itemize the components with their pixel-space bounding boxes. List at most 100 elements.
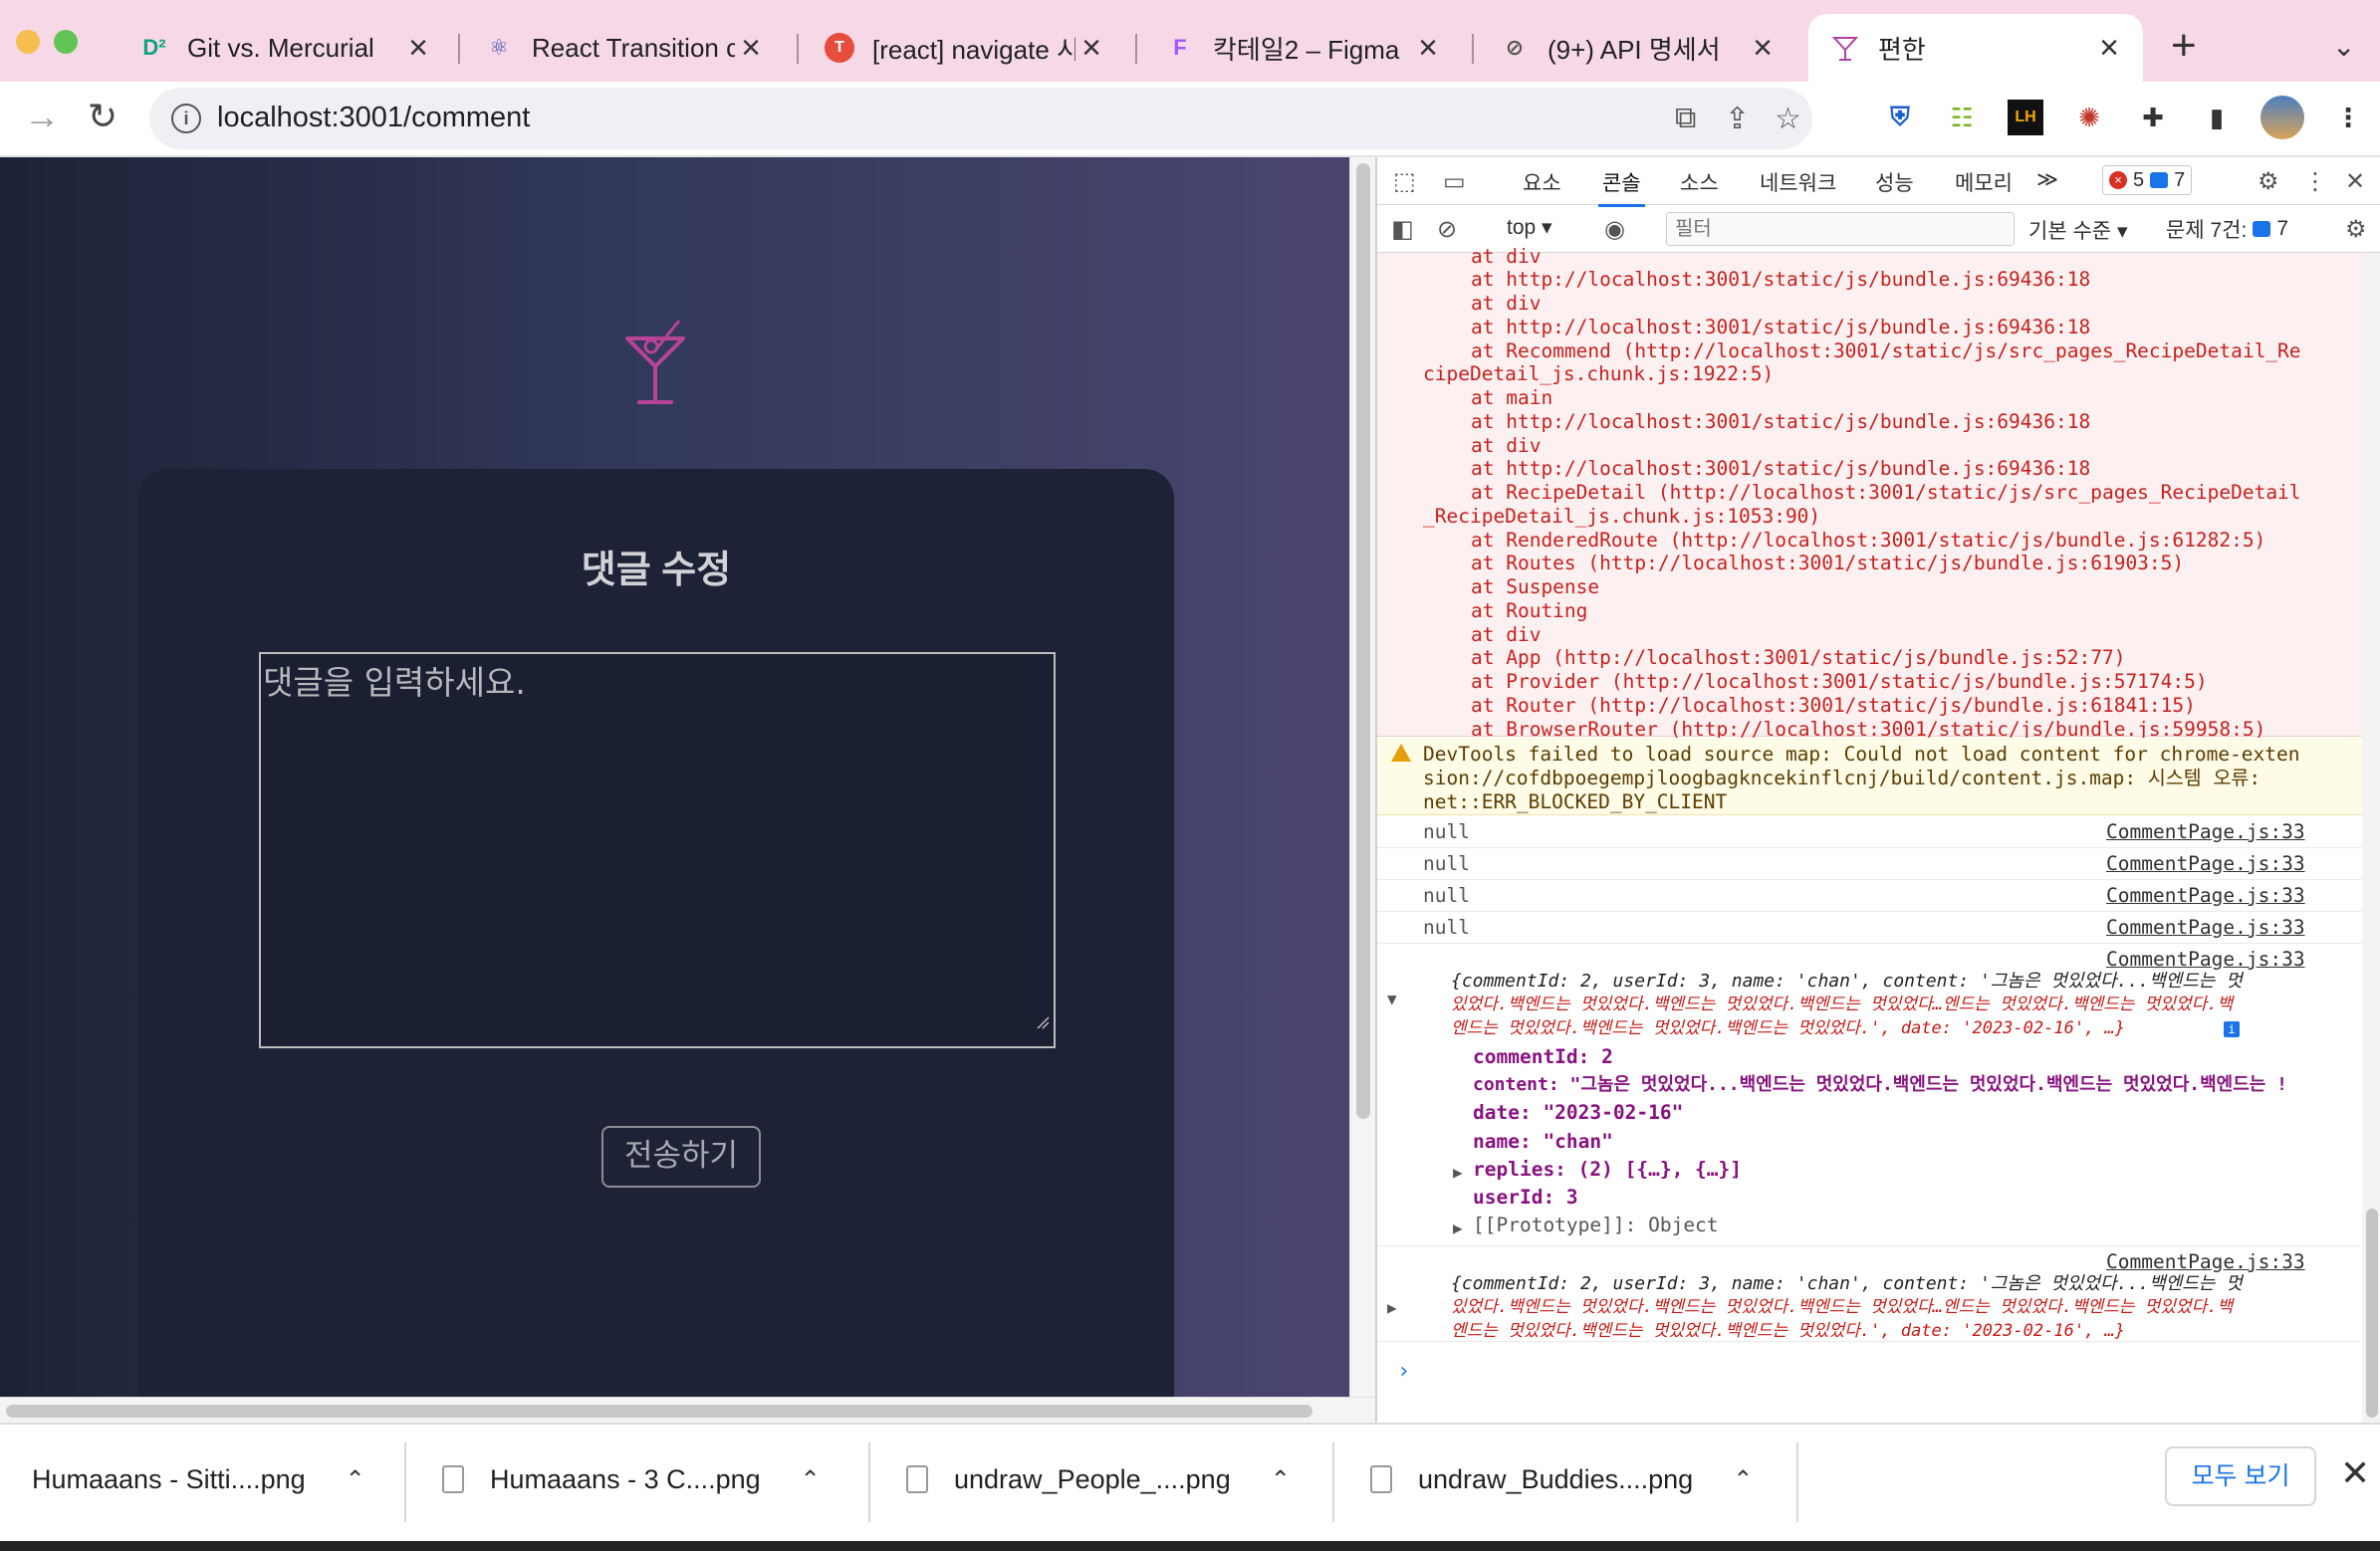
stack-line[interactable]: at http://localhost:3001/static/js/bundl… bbox=[1471, 268, 2090, 292]
site-info-icon[interactable]: i bbox=[171, 104, 201, 133]
error-count-badge[interactable]: × 5 7 bbox=[2102, 165, 2193, 195]
device-toolbar-icon[interactable]: ▭ bbox=[1443, 167, 1466, 196]
chevron-up-icon[interactable]: ⌃ bbox=[1733, 1465, 1753, 1494]
source-link[interactable]: CommentPage.js:33 bbox=[2106, 916, 2305, 940]
lighthouse-extension-icon[interactable]: LH bbox=[2008, 100, 2043, 135]
window-minimize-button[interactable] bbox=[16, 30, 40, 54]
expand-triangle-icon[interactable]: ▶ bbox=[1387, 1296, 1397, 1320]
stack-line[interactable]: at http://localhost:3001/static/js/bundl… bbox=[1471, 410, 2090, 434]
forward-icon[interactable]: → bbox=[24, 96, 60, 137]
context-selector[interactable]: top ▾ bbox=[1507, 215, 1552, 240]
source-link[interactable]: CommentPage.js:33 bbox=[2106, 884, 2305, 908]
tab-figma[interactable]: F 칵테일2 – Figma × bbox=[1143, 14, 1462, 82]
tab-performance[interactable]: 성능 bbox=[1875, 167, 1914, 197]
extension-icon[interactable]: ☷ bbox=[1944, 100, 1980, 135]
share-icon[interactable]: ⇪ bbox=[1725, 102, 1750, 136]
object-preview-line[interactable]: 있었다.백엔드는 멋있었다.백엔드는 멋있었다.백엔드는 멋있었다…엔드는 멋있… bbox=[1451, 1296, 2233, 1320]
submit-button[interactable]: 전송하기 bbox=[601, 1126, 761, 1188]
page-horizontal-scrollbar[interactable] bbox=[0, 1397, 1375, 1423]
menu-kebab-icon[interactable]: ⋮ bbox=[2330, 100, 2366, 135]
object-preview-line[interactable]: 엔드는 멋있었다.백엔드는 멋있었다.백엔드는 멋있었다.', date: '2… bbox=[1451, 1017, 2125, 1041]
console-prompt-icon[interactable]: › bbox=[1397, 1360, 1410, 1384]
source-link[interactable]: CommentPage.js:33 bbox=[2106, 852, 2305, 876]
tab-react-transition[interactable]: ⚛ React Transition co × bbox=[462, 14, 785, 82]
stack-line[interactable]: at App (http://localhost:3001/static/js/… bbox=[1471, 646, 2125, 670]
url-text[interactable]: localhost:3001/comment bbox=[217, 102, 530, 134]
download-item[interactable]: undraw_People_....png ⌃ bbox=[906, 1425, 1291, 1534]
close-devtools-icon[interactable]: ✕ bbox=[2345, 167, 2365, 196]
tab-close-icon[interactable]: × bbox=[402, 29, 434, 68]
chevron-up-icon[interactable]: ⌃ bbox=[1271, 1465, 1291, 1494]
issues-counter[interactable]: 문제 7건: 7 bbox=[2166, 212, 2288, 246]
tab-console[interactable]: 콘솔 bbox=[1598, 167, 1645, 207]
translate-icon[interactable]: ⧉ bbox=[1675, 102, 1696, 135]
object-preview-line[interactable]: 엔드는 멋있었다.백엔드는 멋있었다.백엔드는 멋있었다.', date: '2… bbox=[1451, 1320, 2125, 1344]
tab-close-icon[interactable]: × bbox=[1747, 29, 1779, 68]
close-download-shelf-icon[interactable]: ✕ bbox=[2340, 1452, 2370, 1494]
puzzle-extensions-icon[interactable]: ✚ bbox=[2135, 100, 2171, 135]
download-item[interactable]: Humaaans - Sitti....png ⌃ bbox=[32, 1425, 365, 1534]
devtools-menu-icon[interactable]: ⋮ bbox=[2303, 167, 2327, 196]
console-scrollbar[interactable] bbox=[2362, 253, 2380, 1423]
tab-memory[interactable]: 메모리 bbox=[1955, 167, 2013, 197]
chevron-up-icon[interactable]: ⌃ bbox=[346, 1465, 365, 1494]
show-all-downloads-button[interactable]: 모두 보기 bbox=[2165, 1446, 2316, 1506]
tab-close-icon[interactable]: × bbox=[735, 29, 767, 68]
side-panel-icon[interactable]: ▮ bbox=[2199, 100, 2235, 135]
more-tabs-icon[interactable]: ≫ bbox=[2036, 167, 2058, 192]
stack-line[interactable]: at Recommend (http://localhost:3001/stat… bbox=[1471, 339, 2301, 363]
stack-line[interactable]: at Routes (http://localhost:3001/static/… bbox=[1471, 552, 2184, 575]
stack-line[interactable]: at Provider (http://localhost:3001/stati… bbox=[1471, 670, 2208, 694]
clear-console-icon[interactable]: ⊘ bbox=[1437, 215, 1457, 244]
source-link[interactable]: CommentPage.js:33 bbox=[2106, 820, 2305, 844]
tab-elements[interactable]: 요소 bbox=[1523, 167, 1561, 197]
info-icon[interactable]: i bbox=[2224, 1021, 2240, 1037]
console-filter-input[interactable] bbox=[1666, 212, 2015, 246]
prop-replies[interactable]: replies: (2) [{…}, {…}] bbox=[1473, 1158, 1742, 1182]
tab-search-chevron-icon[interactable]: ⌄ bbox=[2332, 30, 2355, 63]
new-tab-button[interactable]: + bbox=[2171, 24, 2197, 68]
address-bar[interactable]: i localhost:3001/comment ⧉ ⇪ ☆ bbox=[149, 88, 1812, 149]
source-link[interactable]: CommentPage.js:33 bbox=[2106, 1250, 2305, 1274]
tab-close-icon[interactable]: × bbox=[1075, 29, 1107, 68]
stack-line[interactable]: _RecipeDetail_js.chunk.js:1053:90) bbox=[1423, 505, 1820, 529]
tab-network[interactable]: 네트워크 bbox=[1760, 167, 1836, 197]
expand-triangle-icon[interactable]: ▶ bbox=[1453, 1217, 1463, 1240]
chevron-up-icon[interactable]: ⌃ bbox=[801, 1465, 821, 1494]
tab-active-app[interactable]: 편한 × bbox=[1808, 14, 2143, 82]
tab-sources[interactable]: 소스 bbox=[1680, 167, 1719, 197]
collapse-triangle-icon[interactable]: ▼ bbox=[1387, 988, 1397, 1011]
bookmark-star-icon[interactable]: ☆ bbox=[1775, 102, 1801, 136]
window-zoom-button[interactable] bbox=[54, 30, 78, 54]
tab-api-spec[interactable]: ⊘ (9+) API 명세서 × bbox=[1478, 14, 1796, 82]
prop-prototype[interactable]: [[Prototype]]: Object bbox=[1473, 1214, 1719, 1237]
source-link[interactable]: CommentPage.js:33 bbox=[2106, 948, 2305, 972]
chatgpt-extension-icon[interactable]: ✺ bbox=[2071, 100, 2107, 135]
log-level-dropdown[interactable]: 기본 수준 ▾ bbox=[2028, 215, 2128, 245]
stack-line[interactable]: at Router (http://localhost:3001/static/… bbox=[1471, 694, 2196, 718]
scroll-thumb[interactable] bbox=[6, 1405, 1312, 1418]
scroll-thumb[interactable] bbox=[1356, 163, 1370, 1119]
live-expression-eye-icon[interactable]: ◉ bbox=[1604, 215, 1625, 244]
object-preview-line[interactable]: {commentId: 2, userId: 3, name: 'chan', … bbox=[1451, 970, 2243, 994]
tab-git-vs-mercurial[interactable]: D² Git vs. Mercurial × bbox=[118, 14, 452, 82]
warning-line[interactable]: sion://cofdbpoegempjloogbagkncekinflcnj/… bbox=[1423, 767, 2261, 790]
tab-close-icon[interactable]: × bbox=[2093, 29, 2125, 68]
download-item[interactable]: undraw_Buddies....png ⌃ bbox=[1370, 1425, 1753, 1534]
scroll-thumb[interactable] bbox=[2366, 1209, 2378, 1418]
reload-icon[interactable]: ↻ bbox=[88, 96, 118, 137]
object-preview-line[interactable]: 있었다.백엔드는 멋있었다.백엔드는 멋있었다.백엔드는 멋있었다…엔드는 멋있… bbox=[1451, 994, 2233, 1017]
stack-line[interactable]: at RecipeDetail (http://localhost:3001/s… bbox=[1471, 481, 2301, 505]
profile-avatar[interactable] bbox=[2261, 96, 2304, 139]
download-item[interactable]: Humaaans - 3 C....png ⌃ bbox=[442, 1425, 821, 1534]
stack-line[interactable]: at http://localhost:3001/static/js/bundl… bbox=[1471, 457, 2090, 481]
object-preview-line[interactable]: {commentId: 2, userId: 3, name: 'chan', … bbox=[1451, 1272, 2243, 1296]
bitwarden-extension-icon[interactable]: ⛨ bbox=[1882, 100, 1918, 135]
inspect-element-icon[interactable]: ⬚ bbox=[1393, 167, 1416, 196]
page-vertical-scrollbar[interactable] bbox=[1349, 157, 1375, 1397]
settings-gear-icon[interactable]: ⚙ bbox=[2258, 167, 2279, 196]
expand-triangle-icon[interactable]: ▶ bbox=[1453, 1161, 1463, 1185]
stack-line[interactable]: at http://localhost:3001/static/js/bundl… bbox=[1471, 316, 2090, 339]
stack-line[interactable]: cipeDetail_js.chunk.js:1922:5) bbox=[1423, 362, 1774, 386]
textarea-resize-grip-icon[interactable] bbox=[1036, 1015, 1050, 1029]
